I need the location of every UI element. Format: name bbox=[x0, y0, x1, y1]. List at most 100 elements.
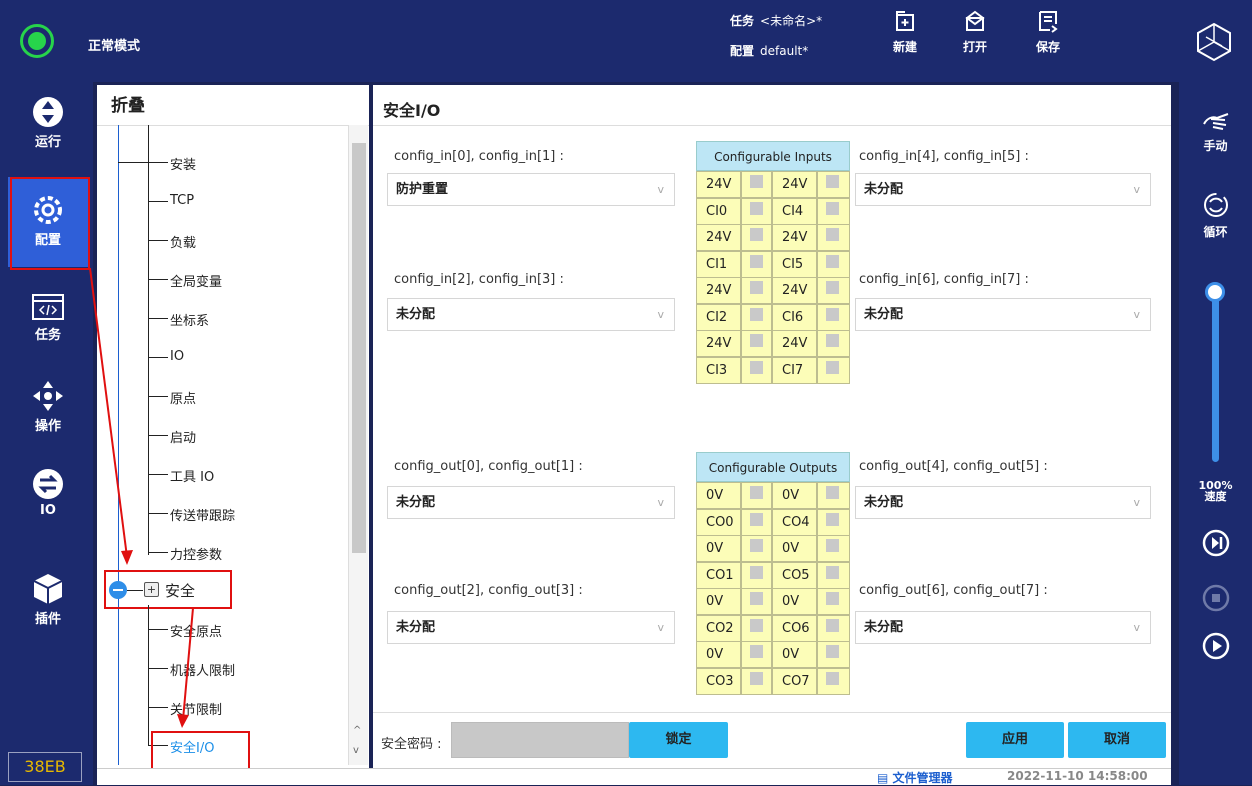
input-pin-text: CI3 bbox=[706, 362, 728, 378]
input-pin-label: 24V bbox=[772, 224, 817, 251]
tree-item-startup[interactable]: 启动 bbox=[170, 427, 196, 446]
output-pin-label: CO2 bbox=[696, 614, 741, 642]
nav-run[interactable]: 运行 bbox=[8, 95, 88, 165]
input-pin-label: 24V bbox=[772, 277, 817, 304]
output-pin-state bbox=[817, 641, 850, 668]
stop-button[interactable] bbox=[1179, 584, 1252, 615]
safety-io-panel: 安全I/O config_in[0], config_in[1] : 防护重置 v… bbox=[373, 85, 1171, 768]
save-label: 保存 bbox=[1035, 40, 1060, 54]
input-pin-state bbox=[741, 197, 772, 225]
step-forward-icon bbox=[1202, 529, 1229, 557]
lock-button[interactable]: 锁定 bbox=[629, 722, 728, 758]
config-label: 配置 bbox=[730, 44, 755, 58]
title-divider bbox=[373, 125, 1171, 126]
file-manager-icon: ▤ bbox=[877, 771, 893, 785]
new-button[interactable]: 新建 bbox=[885, 10, 925, 55]
tree-item-install[interactable]: 安装 bbox=[170, 154, 196, 173]
tree-item-tcp[interactable]: TCP bbox=[170, 193, 194, 208]
output-state-indicator bbox=[826, 539, 839, 552]
input-state-indicator bbox=[750, 360, 763, 374]
tree-item-conveyor[interactable]: 传送带跟踪 bbox=[170, 505, 235, 524]
tree-branch bbox=[148, 707, 168, 708]
nav-plugin[interactable]: 插件 bbox=[8, 572, 88, 642]
config-out-67-select[interactable]: 未分配 v bbox=[855, 611, 1151, 644]
chevron-down-icon: v bbox=[657, 496, 664, 509]
speed-slider-knob[interactable] bbox=[1205, 282, 1225, 302]
config-in-45-select[interactable]: 未分配 v bbox=[855, 173, 1151, 206]
scroll-up-icon[interactable]: ^ bbox=[353, 725, 361, 736]
output-pin-text: 0V bbox=[706, 488, 724, 503]
output-pin-text: 0V bbox=[782, 594, 800, 609]
output-pin-state bbox=[817, 535, 850, 562]
config-out-45-select[interactable]: 未分配 v bbox=[855, 486, 1151, 519]
nav-task[interactable]: 任务 bbox=[8, 292, 88, 362]
config-in-67-label: config_in[6], config_in[7] : bbox=[859, 272, 1029, 287]
output-pin-label: 0V bbox=[772, 641, 817, 668]
input-pin-label: 24V bbox=[696, 171, 741, 198]
tree-branch bbox=[148, 201, 168, 202]
input-pin-state bbox=[817, 171, 850, 198]
play-button[interactable] bbox=[1179, 632, 1252, 663]
file-manager-link[interactable]: ▤ 文件管理器 bbox=[877, 769, 953, 786]
run-icon bbox=[33, 97, 63, 127]
input-state-indicator bbox=[826, 281, 839, 294]
config-in-01-value: 防护重置 bbox=[396, 182, 449, 197]
output-pin-label: CO7 bbox=[772, 667, 817, 695]
version-badge: 38EB bbox=[8, 752, 82, 782]
tree-item-force[interactable]: 力控参数 bbox=[170, 544, 222, 563]
input-pin-state bbox=[817, 277, 850, 304]
scroll-down-icon[interactable]: v bbox=[353, 745, 359, 756]
tree-branch bbox=[118, 162, 168, 163]
tree-item-global-vars[interactable]: 全局变量 bbox=[170, 271, 222, 290]
output-pin-text: 0V bbox=[706, 594, 724, 609]
tree-collapse-title[interactable]: 折叠 bbox=[111, 91, 145, 116]
config-out-01-select[interactable]: 未分配 v bbox=[387, 486, 675, 519]
tree-item-io[interactable]: IO bbox=[170, 349, 184, 364]
outputs-header: Configurable Outputs bbox=[696, 452, 850, 482]
input-pin-label: 24V bbox=[696, 330, 741, 357]
tree-item-coordinates[interactable]: 坐标系 bbox=[170, 310, 209, 329]
tree-scrollbar[interactable]: ^ v bbox=[348, 125, 368, 765]
tree-scroll-thumb[interactable] bbox=[352, 143, 366, 553]
output-pin-text: 0V bbox=[782, 541, 800, 556]
config-out-23-select[interactable]: 未分配 v bbox=[387, 611, 675, 644]
output-pin-text: CO4 bbox=[782, 514, 810, 530]
output-pin-text: 0V bbox=[782, 488, 800, 503]
input-pin-text: 24V bbox=[706, 230, 732, 245]
tree-item-tool-io[interactable]: 工具 IO bbox=[170, 466, 214, 485]
config-out-45-value: 未分配 bbox=[864, 495, 904, 510]
config-out-67-value: 未分配 bbox=[864, 620, 904, 635]
output-state-indicator bbox=[750, 486, 763, 499]
tree-item-joint-limits[interactable]: 关节限制 bbox=[170, 699, 222, 718]
nav-operate-label: 操作 bbox=[34, 419, 61, 434]
password-input[interactable] bbox=[451, 722, 629, 758]
nav-operate[interactable]: 操作 bbox=[8, 379, 88, 449]
config-in-23-select[interactable]: 未分配 v bbox=[387, 298, 675, 331]
cancel-button[interactable]: 取消 bbox=[1068, 722, 1166, 758]
tree-item-payload[interactable]: 负载 bbox=[170, 232, 196, 251]
tree-item-robot-limits[interactable]: 机器人限制 bbox=[170, 660, 235, 679]
output-pin-label: 0V bbox=[772, 535, 817, 562]
open-button[interactable]: 打开 bbox=[955, 10, 995, 55]
speed-slider-track[interactable] bbox=[1212, 287, 1219, 462]
output-pin-state bbox=[741, 482, 772, 509]
nav-io[interactable]: IO bbox=[8, 467, 88, 537]
output-state-indicator bbox=[750, 512, 763, 526]
apply-button[interactable]: 应用 bbox=[966, 722, 1064, 758]
output-state-indicator bbox=[826, 512, 839, 526]
output-pin-text: CO6 bbox=[782, 620, 810, 636]
step-button[interactable] bbox=[1179, 529, 1252, 560]
tree-branch bbox=[148, 240, 168, 241]
manual-label: 手动 bbox=[1203, 139, 1228, 153]
manual-button[interactable]: 手动 bbox=[1179, 110, 1252, 154]
save-button[interactable]: 保存 bbox=[1028, 10, 1068, 55]
config-in-67-select[interactable]: 未分配 v bbox=[855, 298, 1151, 331]
config-in-01-select[interactable]: 防护重置 v bbox=[387, 173, 675, 206]
loop-button[interactable]: 循环 bbox=[1179, 190, 1252, 240]
input-pin-state bbox=[817, 250, 850, 278]
tree-branch bbox=[148, 435, 168, 436]
chevron-down-icon: v bbox=[1133, 183, 1140, 196]
tree-item-home[interactable]: 原点 bbox=[170, 388, 196, 407]
tree-item-safety-home[interactable]: 安全原点 bbox=[170, 621, 222, 640]
tree-branch bbox=[148, 629, 168, 630]
